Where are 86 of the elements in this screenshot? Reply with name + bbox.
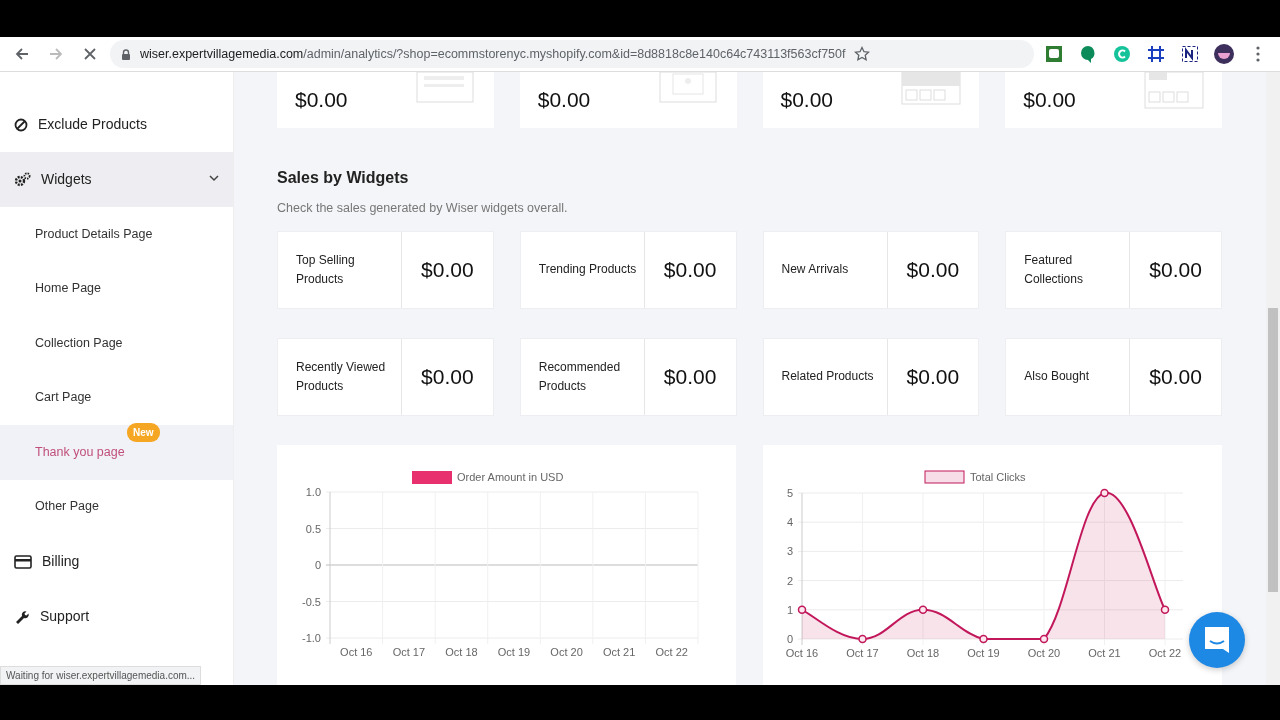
back-icon bbox=[14, 46, 30, 62]
widget-label: Top Selling Products bbox=[278, 231, 402, 308]
legend-label: Order Amount in USD bbox=[457, 470, 564, 483]
data-point bbox=[918, 605, 928, 614]
axis-label: Oct 20 bbox=[550, 645, 583, 658]
star-icon[interactable] bbox=[853, 46, 870, 62]
axis-label: Oct 21 bbox=[1088, 646, 1121, 659]
amount: $0.00 bbox=[662, 364, 718, 390]
axis-label: 0 bbox=[314, 558, 321, 571]
sidebar-item[interactable]: Billing bbox=[0, 534, 233, 589]
dashed-square-icon[interactable] bbox=[1181, 45, 1199, 63]
section-title: Sales by Widgets bbox=[277, 168, 410, 188]
sidebar-subitem[interactable]: Product Details Page bbox=[0, 207, 233, 262]
menu-icon[interactable] bbox=[1256, 46, 1260, 62]
ban-icon bbox=[14, 117, 28, 132]
amount: $0.00 bbox=[905, 364, 961, 390]
chat-extension-icon[interactable] bbox=[1045, 45, 1063, 63]
axis-label: Oct 19 bbox=[967, 646, 1000, 659]
axis-label: Oct 17 bbox=[392, 645, 426, 658]
axis-label: -1.0 bbox=[302, 631, 321, 644]
axis-label: Oct 18 bbox=[906, 646, 940, 659]
axis-label: Oct 22 bbox=[655, 645, 688, 658]
axis-label: Oct 16 bbox=[340, 645, 373, 658]
url-text: wiser.expertvillagemedia.com/admin/analytics/?shop=ecommstorenyc.myshopify.com&id=8d8818c8e140c64c743113f563cf750f bbox=[140, 45, 846, 63]
axis-label: Oct 19 bbox=[497, 645, 531, 658]
sidebar-item[interactable]: Support bbox=[0, 589, 233, 644]
widget-label: Recommended Products bbox=[520, 338, 645, 415]
sidebar-item[interactable]: Exclude Products bbox=[0, 97, 233, 152]
avatar-icon[interactable] bbox=[1214, 44, 1234, 64]
widget-label: Also Bought bbox=[1006, 338, 1131, 415]
amount: $0.00 bbox=[1148, 364, 1203, 390]
sidebar-subitem[interactable]: Cart Page bbox=[0, 370, 233, 425]
axis-label: -0.5 bbox=[302, 595, 321, 608]
chat-icon bbox=[1203, 625, 1231, 655]
amount: $0.00 bbox=[1148, 257, 1203, 283]
axis-label: Oct 16 bbox=[785, 646, 819, 659]
sidebar-item[interactable]: Widgets bbox=[0, 152, 233, 207]
forward-icon bbox=[48, 46, 64, 62]
widget-label: New Arrivals bbox=[763, 231, 888, 308]
wrench-icon bbox=[14, 608, 30, 625]
widget-label: Featured Collections bbox=[1006, 231, 1131, 308]
data-point bbox=[1039, 634, 1049, 643]
axis-label: Oct 21 bbox=[602, 645, 636, 658]
axis-label: Oct 22 bbox=[1148, 646, 1182, 659]
axis-label: 1.0 bbox=[305, 485, 321, 498]
lock-icon bbox=[120, 47, 132, 61]
data-point bbox=[1100, 488, 1109, 497]
amount: $0.00 bbox=[780, 87, 834, 114]
data-point bbox=[858, 634, 867, 643]
new-badge: New bbox=[127, 423, 160, 442]
data-point bbox=[1160, 605, 1170, 614]
credit-card-icon bbox=[14, 553, 32, 570]
gears-icon bbox=[14, 172, 31, 187]
axis-label: 2 bbox=[786, 574, 793, 587]
axis-label: 0.5 bbox=[305, 522, 321, 535]
axis-label: 3 bbox=[786, 545, 793, 558]
address-bar[interactable]: wiser.expertvillagemedia.com/admin/analytics/?shop=ecommstorenyc.myshopify.com&id=8d8818c8e140c64c743113f563cf750f bbox=[110, 40, 1034, 68]
axis-label: Oct 17 bbox=[846, 646, 879, 659]
axis-label: 1 bbox=[786, 603, 793, 616]
amount: $0.00 bbox=[537, 87, 591, 114]
axis-label: 4 bbox=[786, 515, 793, 528]
scrollbar[interactable] bbox=[1266, 72, 1280, 685]
sidebar-subitem[interactable]: Thank you page New bbox=[0, 425, 233, 480]
axis-label: Oct 20 bbox=[1027, 646, 1061, 659]
sidebar-subitem[interactable]: Collection Page bbox=[0, 316, 233, 371]
amount: $0.00 bbox=[662, 257, 718, 283]
widget-label: Related Products bbox=[763, 338, 888, 415]
legend-label: Total Clicks bbox=[970, 470, 1026, 483]
axis-label: 5 bbox=[786, 486, 793, 499]
amount: $0.00 bbox=[1023, 87, 1076, 114]
sidebar-subitem[interactable]: Home Page bbox=[0, 261, 233, 316]
axis-label: Oct 18 bbox=[445, 645, 478, 658]
axis-label: 0 bbox=[786, 632, 793, 645]
data-point bbox=[979, 634, 988, 643]
sidebar-subitem[interactable]: Other Page bbox=[0, 479, 233, 534]
amount: $0.00 bbox=[420, 257, 475, 283]
widget-label: Recently Viewed Products bbox=[278, 338, 402, 415]
stop-icon bbox=[82, 46, 98, 62]
amount: $0.00 bbox=[420, 364, 475, 390]
status-text: Waiting for wiser.expertvillagemedia.com... bbox=[0, 666, 202, 685]
data-point bbox=[797, 605, 807, 614]
amount: $0.00 bbox=[905, 257, 961, 283]
widget-label: Trending Products bbox=[520, 231, 645, 308]
amount: $0.00 bbox=[295, 87, 348, 114]
section-subtitle: Check the sales generated by Wiser widgets overall. bbox=[277, 200, 569, 217]
speech-bubble-icon[interactable] bbox=[1079, 45, 1097, 63]
